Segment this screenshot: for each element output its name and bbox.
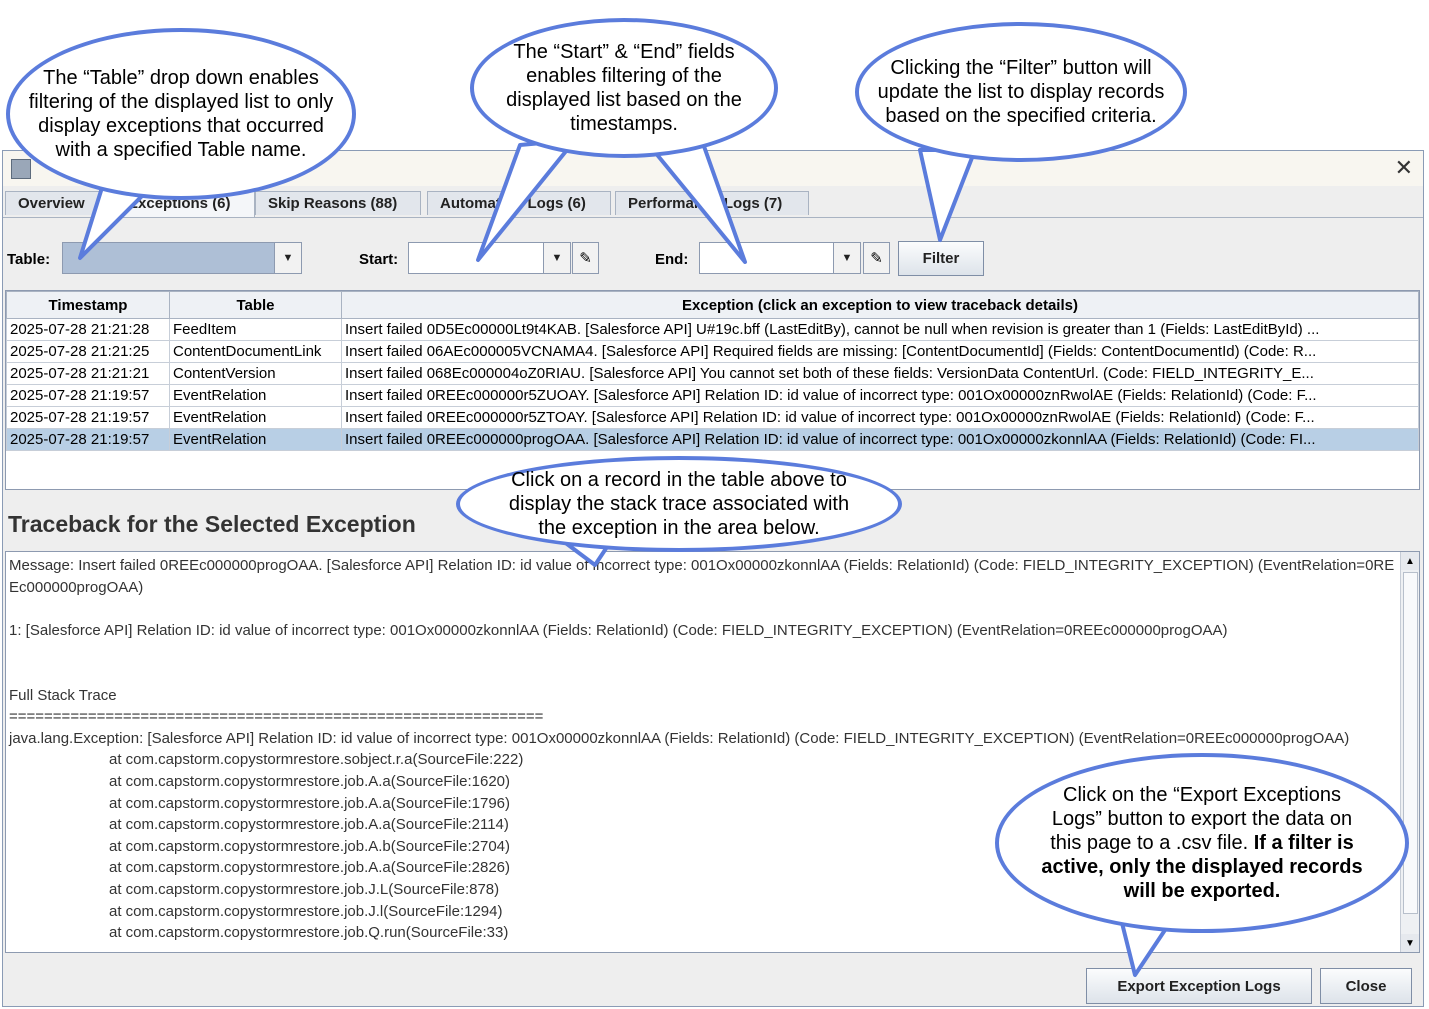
- start-filter-label: Start:: [359, 251, 399, 268]
- cell-table: ContentDocumentLink: [169, 340, 342, 363]
- table-row-selected[interactable]: 2025-07-28 21:19:57 EventRelation Insert…: [6, 428, 1419, 451]
- table-row[interactable]: 2025-07-28 21:19:57 EventRelation Insert…: [6, 384, 1419, 407]
- column-header-exception[interactable]: Exception (click an exception to view tr…: [341, 291, 1419, 319]
- start-date-field[interactable]: ▼: [408, 242, 571, 274]
- end-edit-icon[interactable]: ✎: [863, 242, 890, 274]
- end-date-field[interactable]: ▼: [699, 242, 861, 274]
- cell-table: EventRelation: [169, 428, 342, 451]
- tab-overview[interactable]: Overview: [5, 191, 125, 215]
- cell-timestamp: 2025-07-28 21:19:57: [6, 428, 170, 451]
- column-header-table[interactable]: Table: [169, 291, 342, 319]
- end-filter-label: End:: [655, 251, 689, 268]
- vertical-scrollbar[interactable]: ▲ ▼: [1400, 552, 1419, 952]
- close-button[interactable]: Close: [1320, 968, 1412, 1004]
- stack-heading: Full Stack Trace: [9, 686, 117, 704]
- callout-export: Click on the “Export Exceptions Logs” bu…: [995, 753, 1409, 933]
- cell-exception: Insert failed 0D5Ec00000Lt9t4KAB. [Sales…: [341, 318, 1419, 341]
- traceback-message: Message: Insert failed 0REEc000000progOA…: [9, 557, 1395, 596]
- cell-table: EventRelation: [169, 384, 342, 407]
- cell-timestamp: 2025-07-28 21:19:57: [6, 384, 170, 407]
- table-header-row: Timestamp Table Exception (click an exce…: [6, 291, 1419, 319]
- cell-table: EventRelation: [169, 406, 342, 429]
- column-header-timestamp[interactable]: Timestamp: [6, 291, 170, 319]
- table-row[interactable]: 2025-07-28 21:21:28 FeedItem Insert fail…: [6, 318, 1419, 341]
- callout-date-filter: The “Start” & “End” fields enables filte…: [470, 18, 778, 158]
- chevron-down-icon[interactable]: ▼: [543, 243, 570, 273]
- cell-timestamp: 2025-07-28 21:21:28: [6, 318, 170, 341]
- traceback-detail: 1: [Salesforce API] Relation ID: id valu…: [9, 621, 1228, 639]
- tab-performance-logs[interactable]: Performance Logs (7): [615, 191, 809, 215]
- traceback-heading: Traceback for the Selected Exception: [8, 511, 416, 537]
- callout-filter-button: Clicking the “Filter” button will update…: [855, 22, 1187, 162]
- cell-exception: Insert failed 0REEc000000progOAA. [Sales…: [341, 428, 1419, 451]
- cell-table: FeedItem: [169, 318, 342, 341]
- cell-exception: Insert failed 0REEc000000r5ZUOAY. [Sales…: [341, 384, 1419, 407]
- scroll-up-icon[interactable]: ▲: [1401, 552, 1419, 570]
- tab-skip-reasons[interactable]: Skip Reasons (88): [255, 191, 421, 215]
- exception-line: java.lang.Exception: [Salesforce API] Re…: [9, 729, 1350, 747]
- cell-timestamp: 2025-07-28 21:19:57: [6, 406, 170, 429]
- table-filter-label: Table:: [7, 251, 51, 268]
- table-filter-dropdown[interactable]: ▼: [62, 242, 302, 274]
- separator-line: ========================================…: [9, 708, 544, 726]
- filter-button[interactable]: Filter: [898, 241, 984, 276]
- callout-select-record: Click on a record in the table above to …: [456, 456, 902, 552]
- table-row[interactable]: 2025-07-28 21:19:57 EventRelation Insert…: [6, 406, 1419, 429]
- scroll-down-icon[interactable]: ▼: [1401, 934, 1419, 952]
- chevron-down-icon[interactable]: ▼: [833, 243, 860, 273]
- cell-timestamp: 2025-07-28 21:21:25: [6, 340, 170, 363]
- scrollbar-thumb[interactable]: [1403, 572, 1418, 914]
- export-exception-logs-button[interactable]: Export Exception Logs: [1086, 968, 1312, 1004]
- cell-exception: Insert failed 068Ec000004oZ0RIAU. [Sales…: [341, 362, 1419, 385]
- chevron-down-icon[interactable]: ▼: [274, 243, 301, 273]
- cell-exception: Insert failed 06AEc000005VCNAMA4. [Sales…: [341, 340, 1419, 363]
- start-edit-icon[interactable]: ✎: [572, 242, 599, 274]
- cell-timestamp: 2025-07-28 21:21:21: [6, 362, 170, 385]
- application-icon: [11, 159, 31, 179]
- tab-automation-logs[interactable]: Automation Logs (6): [427, 191, 611, 215]
- table-row[interactable]: 2025-07-28 21:21:21 ContentVersion Inser…: [6, 362, 1419, 385]
- table-row[interactable]: 2025-07-28 21:21:25 ContentDocumentLink …: [6, 340, 1419, 363]
- callout-table-filter: The “Table” drop down enables filtering …: [6, 28, 356, 200]
- close-icon[interactable]: ✕: [1395, 155, 1413, 181]
- cell-table: ContentVersion: [169, 362, 342, 385]
- cell-exception: Insert failed 0REEc000000r5ZTOAY. [Sales…: [341, 406, 1419, 429]
